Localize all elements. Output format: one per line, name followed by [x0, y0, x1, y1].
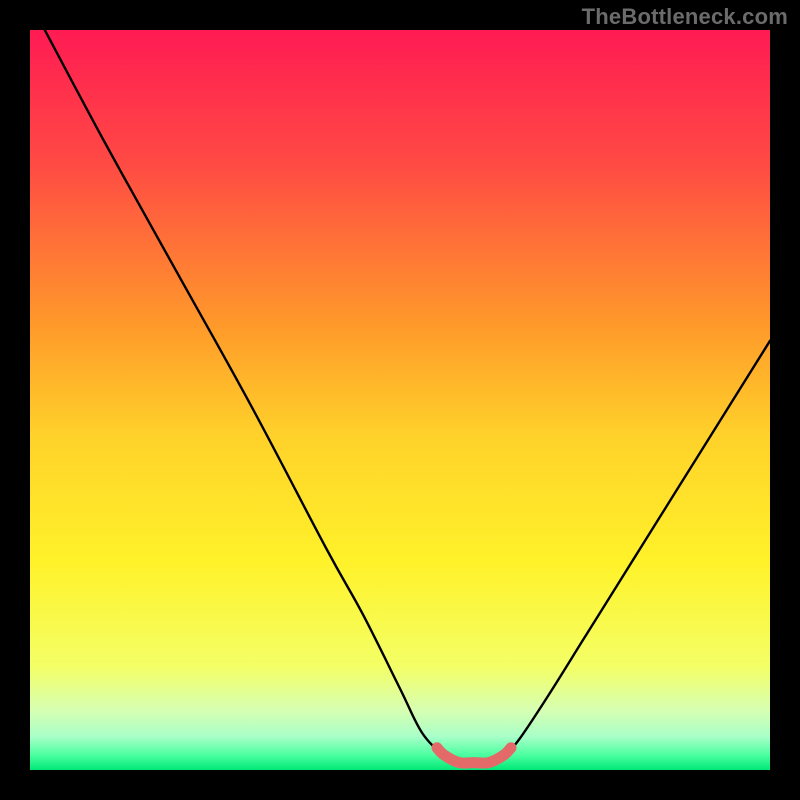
plot-area: [30, 30, 770, 770]
chart-frame: TheBottleneck.com: [0, 0, 800, 800]
gradient-background: [30, 30, 770, 770]
watermark-text: TheBottleneck.com: [582, 4, 788, 30]
bottleneck-chart: [30, 30, 770, 770]
